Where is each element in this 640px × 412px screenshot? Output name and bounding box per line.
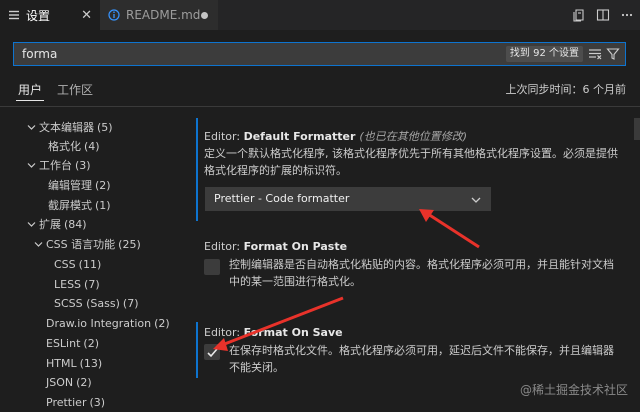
toc-count: (3) (75, 158, 91, 172)
tab-workspace-settings[interactable]: 工作区 (57, 81, 93, 98)
toc-item-extensions[interactable]: 扩展 (84) (26, 216, 87, 232)
search-result-count: 找到 92 个设置 (505, 46, 583, 62)
editor-tab-bar: 设置 ✕ README.md (0, 0, 640, 30)
setting-description: 控制编辑器是否自动格式化粘贴的内容。格式化程序必须可用，并且能针对文档中的某一范… (229, 258, 614, 288)
tab-readme-label: README.md (126, 8, 201, 22)
toc-label: CSS (54, 257, 76, 271)
toc-count: (2) (95, 178, 111, 192)
toc-count: (2) (83, 336, 99, 350)
toc-item-eslint[interactable]: ESLint (2) (46, 335, 99, 351)
toc-label: 工作台 (39, 159, 72, 172)
setting-category: Editor: (204, 240, 244, 253)
format-on-paste-checkbox[interactable] (204, 259, 220, 275)
tab-settings-label: 设置 (26, 8, 51, 23)
toc-item-prettier[interactable]: Prettier (3) (46, 394, 105, 410)
toc-label: Prettier (46, 395, 87, 409)
tab-readme[interactable]: README.md (100, 0, 218, 30)
checkmark-icon (207, 348, 218, 358)
settings-list-icon (7, 8, 21, 22)
settings-search-input[interactable] (14, 43, 494, 65)
setting-name: Default Formatter (243, 130, 356, 143)
toc-label: JSON (46, 375, 74, 389)
toc-item-css[interactable]: CSS (11) (54, 256, 101, 272)
toc-label: 格式化 (48, 140, 81, 153)
chevron-down-icon (26, 216, 36, 232)
toc-item-drawio[interactable]: Draw.io Integration (2) (46, 315, 170, 331)
toc-item-text-editor[interactable]: 文本编辑器 (5) (26, 119, 113, 135)
toc-item-screencast-mode[interactable]: 截屏模式 (1) (48, 197, 111, 213)
toc-item-scss[interactable]: SCSS (Sass) (7) (54, 295, 139, 311)
toc-count: (13) (79, 356, 103, 370)
toc-count: (3) (89, 395, 106, 409)
toc-item-less[interactable]: LESS (7) (54, 276, 100, 292)
setting-category: Editor: (204, 326, 244, 339)
toc-count: (1) (95, 198, 111, 212)
setting-name: Format On Paste (243, 240, 348, 253)
tab-user-settings[interactable]: 用户 (18, 81, 42, 98)
annotation-arrow-dropdown (419, 209, 480, 249)
open-settings-json-icon[interactable] (570, 6, 588, 24)
toc-label: CSS 语言功能 (46, 238, 116, 251)
setting-focus-indicator (196, 118, 198, 221)
toc-item-formatting[interactable]: 格式化 (4) (48, 138, 100, 154)
toc-count: (4) (84, 139, 100, 153)
toc-label: SCSS (Sass) (54, 296, 120, 310)
clear-filter-list-icon[interactable] (587, 46, 603, 62)
toc-label: 文本编辑器 (39, 121, 94, 134)
header-divider (0, 106, 640, 107)
format-on-save-checkbox[interactable] (204, 344, 220, 360)
toc-item-html[interactable]: HTML (13) (46, 355, 102, 371)
setting-description: 定义一个默认格式化程序, 该格式化程序优先于所有其他格式化程序设置。必须是提供格… (204, 147, 618, 177)
editor-actions (570, 0, 636, 30)
modified-elsewhere-note[interactable]: (也已在其他位置修改) (359, 130, 467, 143)
info-icon (107, 8, 121, 22)
settings-search-box: 找到 92 个设置 (13, 42, 626, 66)
toc-label: 扩展 (39, 218, 61, 231)
toc-label: 编辑管理 (48, 179, 92, 192)
toc-count: (7) (122, 296, 139, 310)
toc-count: (7) (84, 277, 100, 291)
toc-count: (25) (118, 237, 141, 251)
more-actions-icon[interactable] (618, 6, 636, 24)
toc-item-css-language-features[interactable]: CSS 语言功能 (25) (33, 236, 141, 252)
setting-name: Format On Save (243, 326, 343, 339)
setting-description: 在保存时格式化文件。格式化程序必须可用，延迟后文件不能保存，并且编辑器不能关闭。 (229, 344, 614, 374)
setting-title: Editor: Format On Paste (204, 240, 347, 253)
toc-count: (5) (97, 120, 113, 134)
toc-label: HTML (46, 356, 77, 370)
selected-formatter: Prettier - Code formatter (214, 192, 350, 205)
chevron-down-icon (33, 236, 43, 252)
toc-label: 截屏模式 (48, 199, 92, 212)
toc-count: (2) (76, 375, 92, 389)
chevron-down-icon (26, 157, 36, 173)
toc-label: LESS (54, 277, 82, 291)
chevron-down-icon (26, 119, 36, 135)
toc-item-json[interactable]: JSON (2) (46, 374, 92, 390)
unsaved-dot-icon[interactable] (201, 12, 208, 19)
toc-count: (11) (78, 257, 102, 271)
toc-count: (2) (154, 316, 170, 330)
toc-item-workbench[interactable]: 工作台 (3) (26, 157, 91, 173)
watermark-text: @稀土掘金技术社区 (519, 383, 628, 397)
setting-title: Editor: Default Formatter (也已在其他位置修改) (204, 128, 467, 144)
active-tab-underline (16, 100, 44, 101)
last-sync-status: 上次同步时间：6 个月前 (505, 83, 627, 96)
split-editor-icon[interactable] (594, 6, 612, 24)
toc-label: ESLint (46, 336, 81, 350)
chevron-down-icon (470, 192, 482, 204)
setting-title: Editor: Format On Save (204, 326, 343, 339)
filter-icon[interactable] (605, 46, 621, 62)
setting-category: Editor: (204, 130, 244, 143)
scrollbar-thumb[interactable] (634, 118, 640, 140)
close-icon[interactable]: ✕ (81, 8, 92, 23)
toc-count: (84) (64, 217, 87, 231)
toc-item-editor-management[interactable]: 编辑管理 (2) (48, 177, 111, 193)
default-formatter-select[interactable]: Prettier - Code formatter (205, 187, 491, 211)
setting-focus-indicator (196, 322, 198, 378)
tab-settings[interactable]: 设置 ✕ (0, 0, 100, 30)
toc-label: Draw.io Integration (46, 316, 152, 330)
